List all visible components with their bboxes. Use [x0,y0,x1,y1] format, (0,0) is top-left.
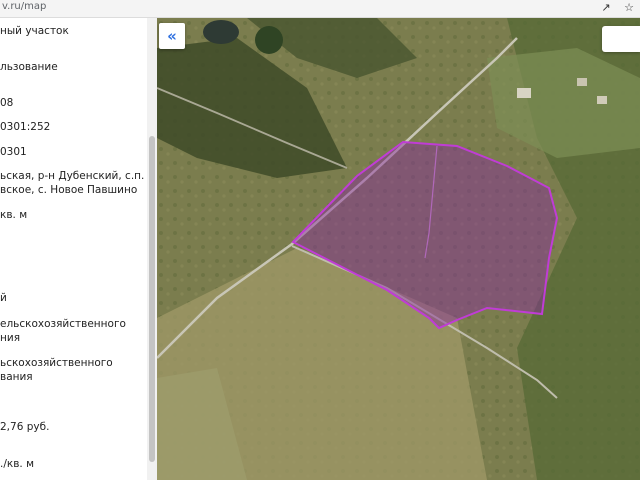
parcel-type-value: ный участок [0,25,69,37]
cadastral-quarter-value: 0301 [0,146,27,158]
permitted-use-line-2: вания [0,371,33,383]
village-building [577,78,587,86]
village-building [517,88,531,98]
browser-address-bar[interactable]: v.ru/map ↗ ☆ [0,0,640,18]
permitted-use-line-1: ьскохозяйственного [0,357,113,369]
category-line-1: ельскохозяйственного [0,318,126,330]
parcel-info-panel: ный участок льзование 08 0301:252 0301 ь… [0,18,157,480]
map-imagery[interactable] [157,18,640,480]
url-text[interactable]: v.ru/map [2,1,46,12]
area-value: кв. м [0,209,28,221]
browser-actions: ↗ ☆ [591,1,634,14]
status-value: й [0,292,7,304]
star-icon[interactable]: ☆ [624,1,634,14]
satellite-map[interactable]: « [157,18,640,480]
address-line-2: вское, с. Новое Павшино [0,184,138,196]
panel-scrollbar[interactable] [147,18,157,480]
pond [203,20,239,44]
parcel-usage-value: льзование [0,61,58,73]
village-building [597,96,607,104]
tree-cluster [255,26,283,54]
collapse-panel-button[interactable]: « [159,23,185,49]
panel-scrollbar-thumb[interactable] [149,136,155,462]
cadastral-value: 2,76 руб. [0,421,50,433]
category-line-2: ния [0,332,21,344]
address-line-1: ьская, р-н Дубенский, с.п. [0,170,145,182]
map-search-box[interactable] [602,26,640,52]
parcel-date-value: 08 [0,97,14,109]
open-in-new-icon[interactable]: ↗ [601,1,610,14]
price-per-sqm-value: ./кв. м [0,458,35,470]
cadastral-number-value: 0301:252 [0,121,51,133]
double-chevron-left-icon: « [167,27,177,45]
